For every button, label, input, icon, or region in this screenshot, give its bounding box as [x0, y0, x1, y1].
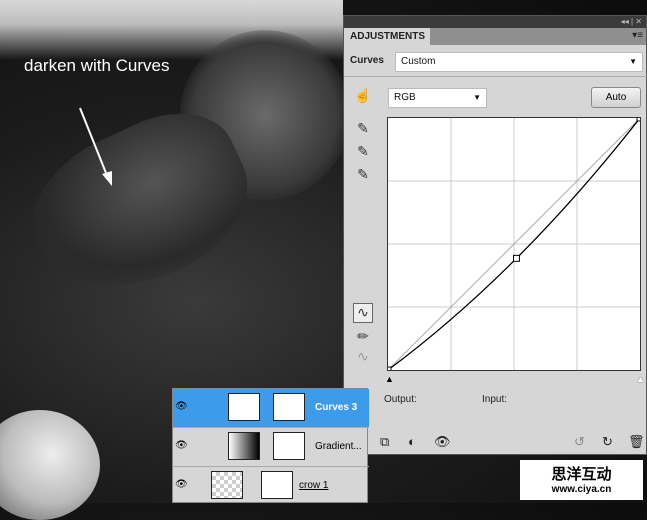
curve-control-point[interactable]: [387, 366, 392, 371]
black-eyedropper-icon[interactable]: ✎: [353, 120, 373, 137]
layers-panel: 👁 Curves 3 👁 Gradient... 👁 crow 1: [172, 388, 369, 506]
preset-value: Custom: [401, 56, 436, 67]
eye-icon[interactable]: 👁: [175, 440, 188, 451]
panel-menu-icon[interactable]: ▾≡: [632, 30, 643, 41]
watermark-url: www.ciya.cn: [551, 484, 612, 495]
gradient-thumbnail-icon: [228, 432, 260, 460]
white-eyedropper-icon[interactable]: ✎: [353, 166, 373, 183]
layer-mask-thumbnail: [273, 393, 305, 421]
watermark-title: 思洋互动: [551, 466, 612, 483]
on-image-adjust-hand-icon[interactable]: ☝: [353, 87, 373, 104]
layer-name: crow 1: [299, 480, 329, 491]
tab-adjustments[interactable]: ADJUSTMENTS: [344, 28, 430, 45]
panel-collapse-icon[interactable]: ◂◂ | ✕: [344, 16, 646, 28]
layer-mask-thumbnail: [273, 432, 305, 460]
chevron-down-icon: ▼: [473, 93, 481, 102]
adjustment-label: Curves: [350, 55, 384, 66]
adjustments-panel: ◂◂ | ✕ ADJUSTMENTS ▾≡ Curves Custom ▼ ☝ R…: [343, 15, 647, 455]
channel-select[interactable]: RGB ▼: [388, 88, 487, 108]
smooth-curve-icon[interactable]: ∿: [353, 348, 373, 365]
curve-control-point[interactable]: [512, 254, 520, 262]
layer-thumbnail: [211, 471, 243, 499]
black-point-slider[interactable]: ▲: [385, 374, 394, 384]
layer-row[interactable]: 👁 Curves 3: [173, 389, 369, 428]
layer-mask-thumbnail: [261, 471, 293, 499]
layer-row[interactable]: 👁 Gradient...: [173, 428, 369, 467]
curve-edit-points-icon[interactable]: ∿: [353, 303, 373, 323]
output-label: Output:: [384, 394, 417, 405]
channel-value: RGB: [394, 92, 416, 103]
curves-graph[interactable]: [387, 117, 641, 371]
chevron-down-icon: ▼: [629, 57, 637, 66]
watermark-logo: 思洋互动 www.ciya.cn: [520, 460, 643, 500]
curves-thumbnail-icon: [228, 393, 260, 421]
view-previous-state-icon[interactable]: ↺: [574, 434, 585, 450]
reset-icon[interactable]: ↻: [602, 434, 613, 450]
trash-icon[interactable]: 🗑: [628, 434, 645, 450]
curve-control-point[interactable]: [636, 117, 641, 122]
auto-button[interactable]: Auto: [591, 87, 641, 108]
eye-icon[interactable]: 👁: [434, 434, 451, 450]
input-label: Input:: [482, 394, 508, 405]
gray-eyedropper-icon[interactable]: ✎: [353, 143, 373, 160]
layer-name: Curves 3: [315, 402, 358, 413]
eye-icon[interactable]: 👁: [175, 479, 188, 490]
layer-row[interactable]: 👁 crow 1: [173, 467, 369, 506]
photo-ear: [0, 410, 100, 520]
eye-icon[interactable]: 👁: [175, 401, 188, 412]
preset-select[interactable]: Custom ▼: [395, 52, 643, 72]
pencil-draw-icon[interactable]: ✏: [353, 328, 373, 345]
visibility-toggle-icon[interactable]: ◐: [408, 434, 416, 449]
annotation-arrow-icon: [79, 107, 112, 186]
clip-to-layer-icon[interactable]: ⧉: [380, 434, 389, 450]
layer-name: Gradient...: [315, 441, 362, 452]
white-point-slider[interactable]: ▲: [636, 374, 645, 384]
